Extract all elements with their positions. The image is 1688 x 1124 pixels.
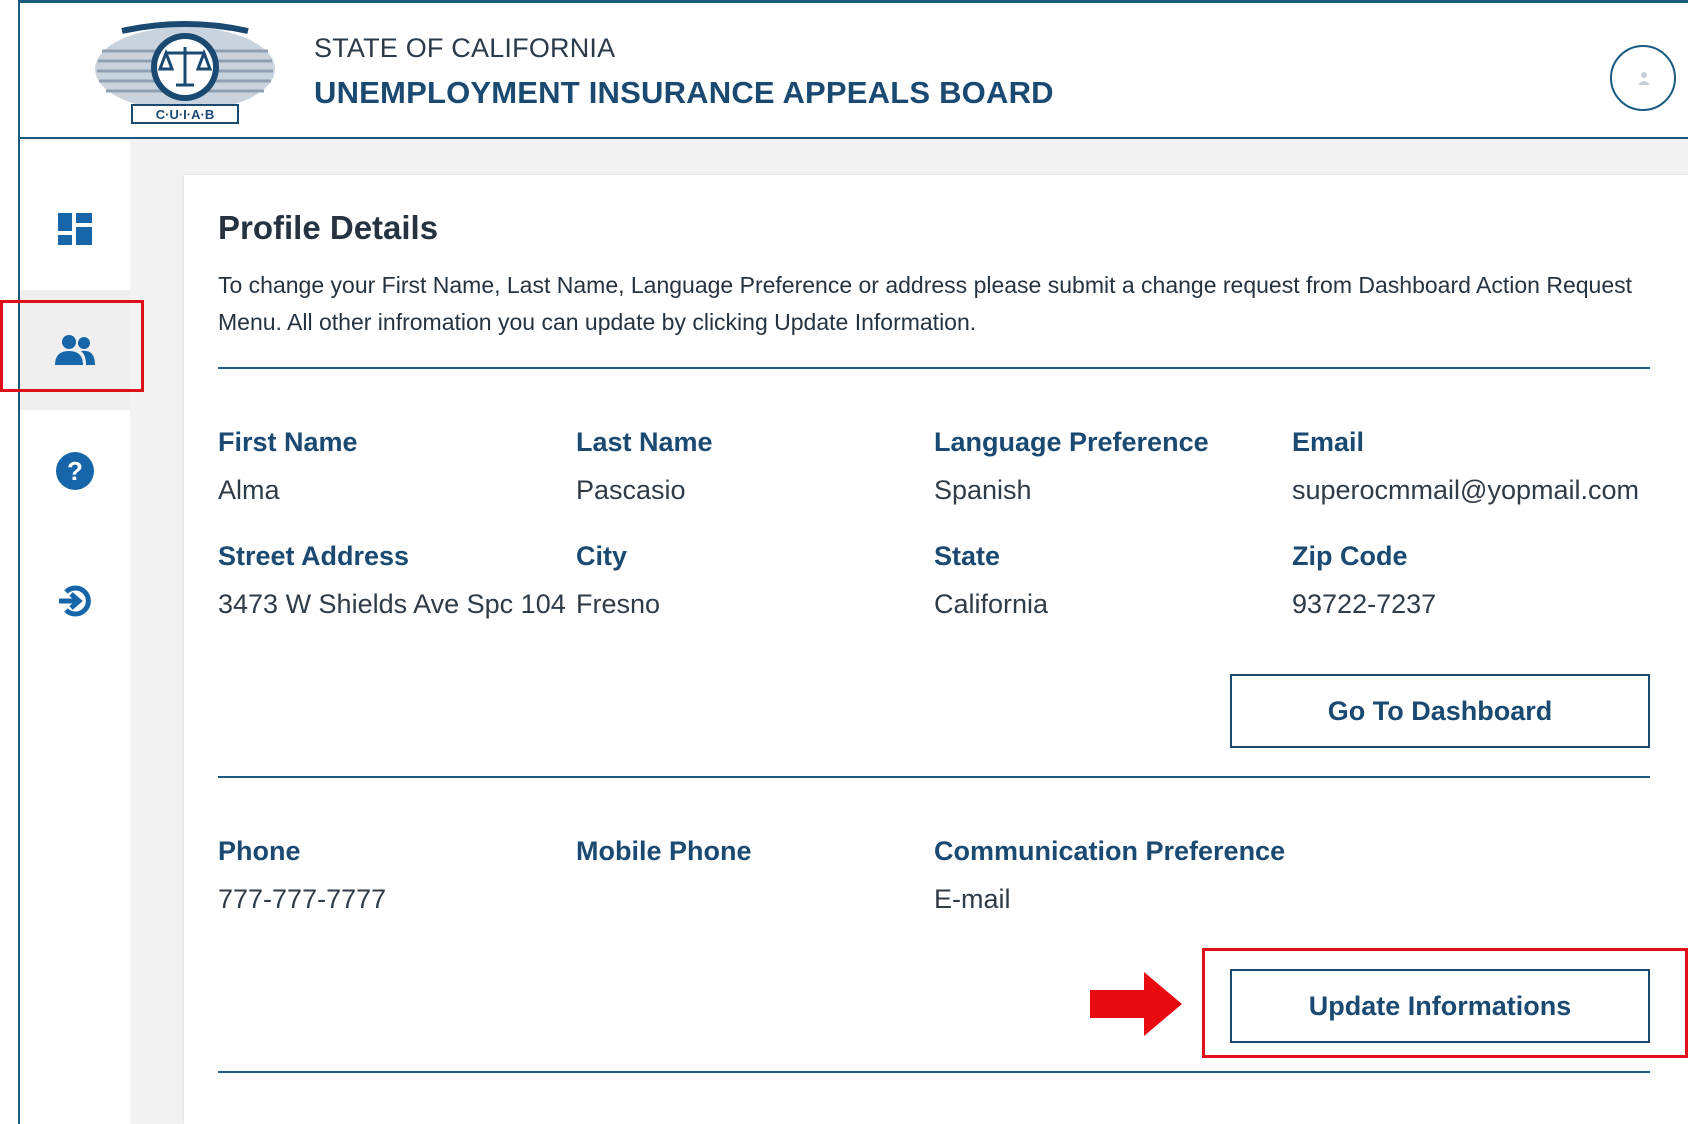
email-value: superocmmail@yopmail.com	[1292, 475, 1640, 505]
phone-label: Phone	[218, 836, 301, 866]
city-label: City	[576, 541, 628, 571]
divider	[218, 776, 1650, 778]
app-header: C·U·I·A·B STATE OF CALIFORNIA UNEMPLOYME…	[20, 3, 1688, 139]
divider	[218, 367, 1650, 369]
board-title: UNEMPLOYMENT INSURANCE APPEALS BOARD	[314, 75, 1054, 110]
cuiab-seal-logo: C·U·I·A·B	[95, 21, 275, 124]
phone-value: 777-777-7777	[218, 884, 387, 914]
city-value: Fresno	[576, 589, 661, 619]
help-icon: ?	[56, 452, 94, 490]
arrow-right-icon	[1090, 972, 1182, 1036]
sidebar-item-logout[interactable]	[20, 541, 130, 661]
update-highlight-box	[1202, 948, 1688, 1058]
profile-description: To change your First Name, Last Name, La…	[218, 272, 1633, 335]
last-name-label: Last Name	[576, 427, 713, 457]
street-label: Street Address	[218, 541, 410, 571]
state-field-label: State	[934, 541, 1001, 571]
dashboard-icon	[58, 213, 92, 245]
first-name-value: Alma	[218, 475, 280, 505]
divider	[218, 1071, 1650, 1073]
svg-text:?: ?	[67, 456, 83, 486]
sidebar-item-dashboard[interactable]	[20, 169, 130, 289]
sidebar-item-help[interactable]: ?	[20, 411, 130, 531]
language-label: Language Preference	[934, 427, 1209, 457]
zip-value: 93722-7237	[1292, 589, 1437, 619]
go-to-dashboard-button[interactable]: Go To Dashboard	[1230, 674, 1650, 748]
mobile-phone-label: Mobile Phone	[576, 836, 752, 866]
sidebar-highlight-box	[0, 300, 144, 392]
zip-label: Zip Code	[1292, 541, 1408, 571]
state-label: STATE OF CALIFORNIA	[314, 33, 616, 63]
street-value: 3473 W Shields Ave Spc 104	[218, 589, 566, 619]
page-title: Profile Details	[218, 209, 439, 246]
last-name-value: Pascasio	[576, 475, 686, 505]
logout-icon	[59, 585, 91, 617]
language-value: Spanish	[934, 475, 1032, 505]
first-name-label: First Name	[218, 427, 358, 457]
state-field-value: California	[934, 589, 1049, 619]
user-avatar-icon	[1638, 72, 1650, 85]
sidebar-nav: ?	[20, 141, 130, 1124]
communication-label: Communication Preference	[934, 836, 1286, 866]
user-avatar-button[interactable]	[1610, 45, 1676, 111]
email-label: Email	[1292, 427, 1365, 457]
logo-text: C·U·I·A·B	[156, 107, 214, 122]
communication-value: E-mail	[934, 884, 1011, 914]
